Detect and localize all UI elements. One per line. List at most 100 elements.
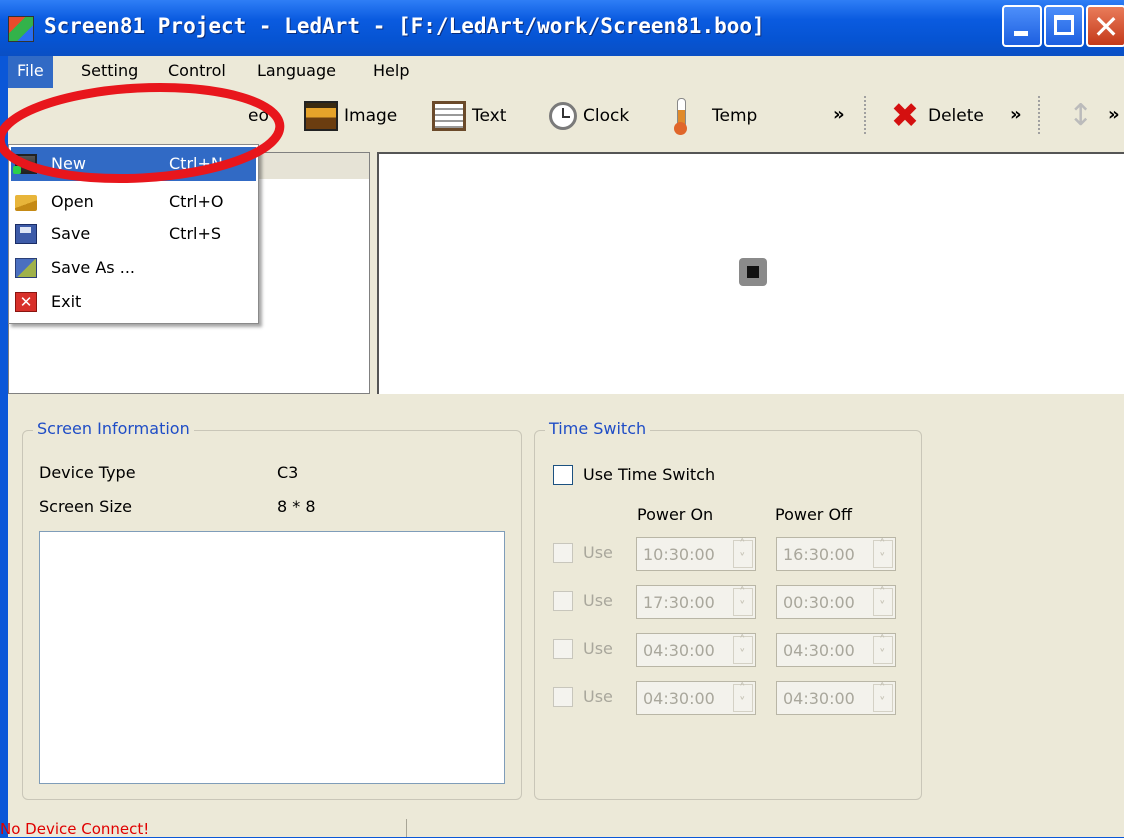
file-menu-exit[interactable]: ✕ Exit (11, 285, 256, 319)
image-button[interactable]: Image (304, 98, 397, 134)
status-text: No Device Connect! (0, 820, 150, 838)
device-type-label: Device Type (39, 463, 136, 482)
toolbar-overflow-1[interactable]: » (833, 104, 845, 125)
file-menu-dropdown: New Ctrl+N Open Ctrl+O Save Ctrl+S Save … (8, 144, 259, 324)
file-menu-open[interactable]: Open Ctrl+O (11, 185, 256, 219)
folder-open-icon (15, 195, 37, 211)
time-row-1-power-on-value: 10:30:00 (643, 545, 715, 564)
delete-x-icon: ✖ (890, 96, 920, 136)
toolbar-overflow-2[interactable]: » (1010, 104, 1022, 125)
time-row-2-checkbox[interactable] (553, 591, 573, 611)
menu-control[interactable]: Control (159, 56, 235, 88)
time-row-3-power-on-value: 04:30:00 (643, 641, 715, 660)
screen-size-label: Screen Size (39, 497, 132, 516)
time-switch-group: Time Switch Use Time Switch Power On Pow… (534, 419, 922, 800)
time-row-2-power-off-spinbox[interactable]: 00:30:00 (776, 585, 896, 619)
menu-help[interactable]: Help (364, 56, 418, 88)
screen-info-textbox[interactable] (39, 531, 505, 784)
time-row-2-power-on-spinbox[interactable]: 17:30:00 (636, 585, 756, 619)
video-button-label: eo (248, 106, 269, 126)
minimize-icon (1014, 31, 1028, 36)
spin-arrows-icon[interactable] (873, 538, 893, 568)
led-pixel-preview (739, 258, 767, 286)
title-bar[interactable]: Screen81 Project - LedArt - [F:/LedArt/w… (0, 0, 1124, 56)
spin-arrows-icon[interactable] (733, 538, 753, 568)
status-separator (406, 819, 407, 837)
clock-button[interactable]: Clock (549, 98, 629, 134)
time-row-4-power-off-value: 04:30:00 (783, 689, 855, 708)
time-row-1-use-label: Use (583, 543, 613, 562)
use-time-switch-label: Use Time Switch (583, 465, 716, 484)
close-button[interactable]: ✕ (1086, 5, 1124, 47)
time-row-3-use-label: Use (583, 639, 613, 658)
spin-arrows-icon[interactable] (873, 586, 893, 616)
minimize-button[interactable] (1002, 5, 1042, 47)
move-button[interactable]: ↕ (1068, 98, 1094, 134)
temp-button-label: Temp (712, 106, 758, 126)
menu-file[interactable]: File (8, 56, 53, 88)
spin-arrows-icon[interactable] (873, 634, 893, 664)
power-on-header: Power On (637, 505, 714, 524)
time-row-4-checkbox[interactable] (553, 687, 573, 707)
spin-arrows-icon[interactable] (733, 586, 753, 616)
close-icon: ✕ (1092, 8, 1120, 46)
screen-information-title: Screen Information (33, 419, 194, 438)
time-row-2-use-label: Use (583, 591, 613, 610)
screen-preview-canvas[interactable] (377, 152, 1124, 394)
clock-button-label: Clock (583, 106, 630, 126)
time-row-1-power-off-spinbox[interactable]: 16:30:00 (776, 537, 896, 571)
menu-language[interactable]: Language (248, 56, 345, 88)
screen-size-value: 8 * 8 (277, 497, 316, 516)
app-icon[interactable] (8, 16, 34, 42)
delete-button-label: Delete (928, 106, 984, 126)
time-row-3-checkbox[interactable] (553, 639, 573, 659)
file-menu-open-label: Open (51, 192, 94, 211)
text-icon (432, 101, 466, 131)
text-button[interactable]: Text (432, 98, 506, 134)
vertical-arrow-icon: ↕ (1068, 98, 1094, 133)
text-button-label: Text (472, 106, 507, 126)
time-row-1-power-on-spinbox[interactable]: 10:30:00 (636, 537, 756, 571)
time-row-4-use-label: Use (583, 687, 613, 706)
window-title: Screen81 Project - LedArt - [F:/LedArt/w… (44, 14, 765, 38)
toolbar-overflow-3[interactable]: » (1108, 104, 1120, 125)
delete-button[interactable]: ✖ Delete (888, 98, 984, 134)
spin-arrows-icon[interactable] (873, 682, 893, 712)
spin-arrows-icon[interactable] (733, 682, 753, 712)
image-button-label: Image (344, 106, 398, 126)
exit-icon: ✕ (15, 292, 37, 312)
time-row-4-power-on-spinbox[interactable]: 04:30:00 (636, 681, 756, 715)
menu-setting[interactable]: Setting (72, 56, 147, 88)
time-row-4-power-off-spinbox[interactable]: 04:30:00 (776, 681, 896, 715)
time-row-3-power-off-value: 04:30:00 (783, 641, 855, 660)
file-menu-new-label: New (51, 154, 86, 173)
toolbar-separator (1038, 96, 1040, 136)
file-menu-open-shortcut: Ctrl+O (169, 192, 224, 211)
file-menu-save-as[interactable]: Save As ... (11, 251, 256, 285)
toolbar-separator (864, 96, 866, 136)
video-button[interactable]: eo (248, 98, 269, 134)
spin-arrows-icon[interactable] (733, 634, 753, 664)
maximize-button[interactable] (1044, 5, 1084, 47)
status-bar: No Device Connect! (0, 815, 1124, 838)
window-client-area: File Setting Control Language Help eo Im… (0, 56, 1124, 838)
power-off-header: Power Off (775, 505, 853, 524)
clock-icon (549, 102, 577, 130)
time-row-1-checkbox[interactable] (553, 543, 573, 563)
temp-button[interactable]: Temp (674, 98, 758, 135)
time-switch-title: Time Switch (545, 419, 651, 438)
new-screen-icon (13, 154, 37, 174)
time-row-4-power-on-value: 04:30:00 (643, 689, 715, 708)
maximize-icon (1054, 15, 1074, 35)
time-row-3-power-off-spinbox[interactable]: 04:30:00 (776, 633, 896, 667)
thermometer-icon (674, 98, 688, 135)
save-as-icon (15, 258, 37, 278)
device-type-value: C3 (277, 463, 299, 482)
screen-information-group: Screen Information Device Type C3 Screen… (22, 419, 522, 800)
file-menu-new[interactable]: New Ctrl+N (11, 147, 256, 181)
menu-bar: File Setting Control Language Help (8, 56, 1124, 88)
use-time-switch-checkbox[interactable] (553, 465, 573, 485)
time-row-3-power-on-spinbox[interactable]: 04:30:00 (636, 633, 756, 667)
file-menu-exit-label: Exit (51, 292, 82, 311)
file-menu-save[interactable]: Save Ctrl+S (11, 217, 256, 251)
